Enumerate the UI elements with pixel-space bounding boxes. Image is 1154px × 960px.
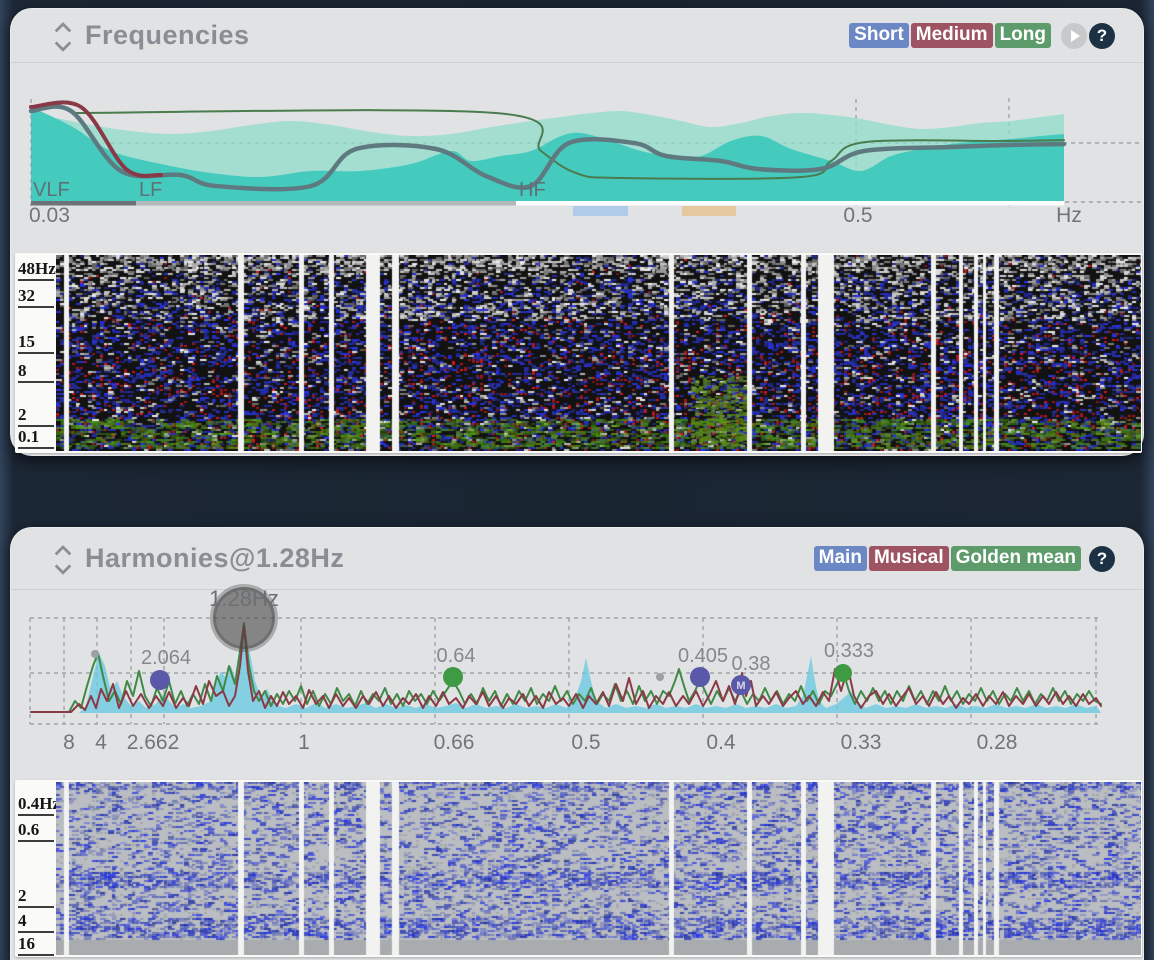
x-tick-label: Hz — [1056, 204, 1082, 227]
play-button[interactable] — [1061, 23, 1087, 49]
peak-marker-letter: M — [736, 680, 745, 692]
peak-label: 0.38 — [732, 653, 771, 675]
peak-label: 0.333 — [824, 640, 874, 662]
x-tick-label: 0.03 — [29, 204, 70, 227]
peak-marker[interactable] — [443, 667, 463, 687]
frequencies-panel: Frequencies Short Medium Long ? VLF LF HF 0… — [10, 8, 1144, 456]
x-tick-label: 0.4 — [706, 731, 736, 754]
legend-badge-long[interactable]: Long — [995, 23, 1051, 48]
timeline-segment — [516, 201, 1064, 206]
panel-title: Frequencies — [85, 20, 250, 51]
legend-badge-musical[interactable]: Musical — [869, 546, 949, 571]
harmonies-spectrogram: 0.4Hz 0.6 2 4 16 — [15, 780, 1142, 957]
peak-label: 2.064 — [141, 647, 191, 669]
spectro-axis-label: 2 — [18, 405, 54, 427]
band-label: VLF — [33, 179, 70, 201]
x-tick-label: 0.5 — [843, 204, 872, 227]
x-tick-label: 1 — [298, 731, 310, 754]
peak-marker[interactable] — [690, 667, 710, 687]
band-label: HF — [519, 179, 546, 201]
peak-label: 0.64 — [437, 645, 476, 667]
harmonies-chart: 84 2.662 1 0.66 0.5 0.4 0.33 0.28 1.28Hz 2.064 0.6… — [11, 586, 1145, 761]
spectro-axis-label: 0.4Hz — [18, 794, 54, 816]
frequencies-spectrogram: 48Hz 32 15 8 2 0.1 — [15, 253, 1142, 453]
harmonies-plot: 84 2.662 1 0.66 0.5 0.4 0.33 0.28 1.28Hz 2.064 0.6… — [11, 586, 1145, 761]
peak-label: 1.28Hz — [209, 586, 279, 611]
spectro-axis-label: 4 — [18, 911, 54, 933]
frequencies-header: Frequencies Short Medium Long ? — [11, 9, 1143, 63]
legend-badge-main[interactable]: Main — [814, 546, 867, 571]
spectro-axis-label: 15 — [18, 332, 54, 354]
timeline-segment — [136, 201, 516, 206]
spectro-axis-label: 8 — [18, 361, 54, 383]
x-tick-label: 4 — [95, 731, 107, 754]
x-tick-label: 0.33 — [841, 731, 882, 754]
peak-label: 0.405 — [678, 645, 728, 667]
spectrogram-canvas — [56, 782, 1141, 955]
collapse-icon[interactable] — [57, 546, 69, 571]
spectrogram-canvas — [56, 255, 1141, 451]
peak-marker[interactable] — [150, 670, 170, 690]
legend: Main Musical Golden mean ? — [812, 546, 1115, 572]
panel-title: Harmonies@1.28Hz — [85, 543, 344, 574]
spectro-axis-label: 16 — [18, 934, 54, 956]
spectro-axis-label: 0.6 — [18, 820, 54, 842]
minor-peak-dot — [656, 673, 664, 681]
series-musical — [31, 626, 1101, 712]
spectro-axis-label: 0.1 — [18, 427, 54, 449]
spectro-axis-label: 32 — [18, 286, 54, 308]
help-button[interactable]: ? — [1089, 23, 1115, 49]
frequencies-plot: VLF LF HF 0.03 0.5 Hz — [11, 96, 1145, 236]
timeline-marker[interactable] — [682, 206, 736, 216]
collapse-icon[interactable] — [57, 23, 69, 48]
x-tick-label: 2.662 — [127, 731, 180, 754]
spectro-axis-label: 48Hz — [18, 259, 54, 281]
band-label: LF — [139, 179, 162, 201]
frequencies-chart: VLF LF HF 0.03 0.5 Hz — [11, 96, 1145, 236]
chevron-down-icon — [55, 35, 72, 52]
harmonies-header: Harmonies@1.28Hz Main Musical Golden mea… — [11, 528, 1143, 590]
spectro-axis-label: 2 — [18, 886, 54, 908]
legend-badge-short[interactable]: Short — [849, 23, 909, 48]
minor-peak-dot — [91, 650, 99, 658]
legend-badge-golden-mean[interactable]: Golden mean — [951, 546, 1081, 571]
x-tick-label: 0.5 — [571, 731, 600, 754]
harmonies-panel: Harmonies@1.28Hz Main Musical Golden mea… — [10, 527, 1144, 960]
timeline-marker[interactable] — [573, 206, 628, 216]
x-tick-label: 0.28 — [977, 731, 1018, 754]
peak-marker[interactable] — [834, 664, 852, 682]
chevron-down-icon — [55, 558, 72, 575]
help-button[interactable]: ? — [1089, 546, 1115, 572]
x-tick-label: 8 — [63, 731, 75, 754]
legend: Short Medium Long ? — [847, 23, 1115, 49]
legend-badge-medium[interactable]: Medium — [911, 23, 993, 48]
x-tick-label: 0.66 — [434, 731, 475, 754]
play-icon — [1071, 30, 1080, 42]
